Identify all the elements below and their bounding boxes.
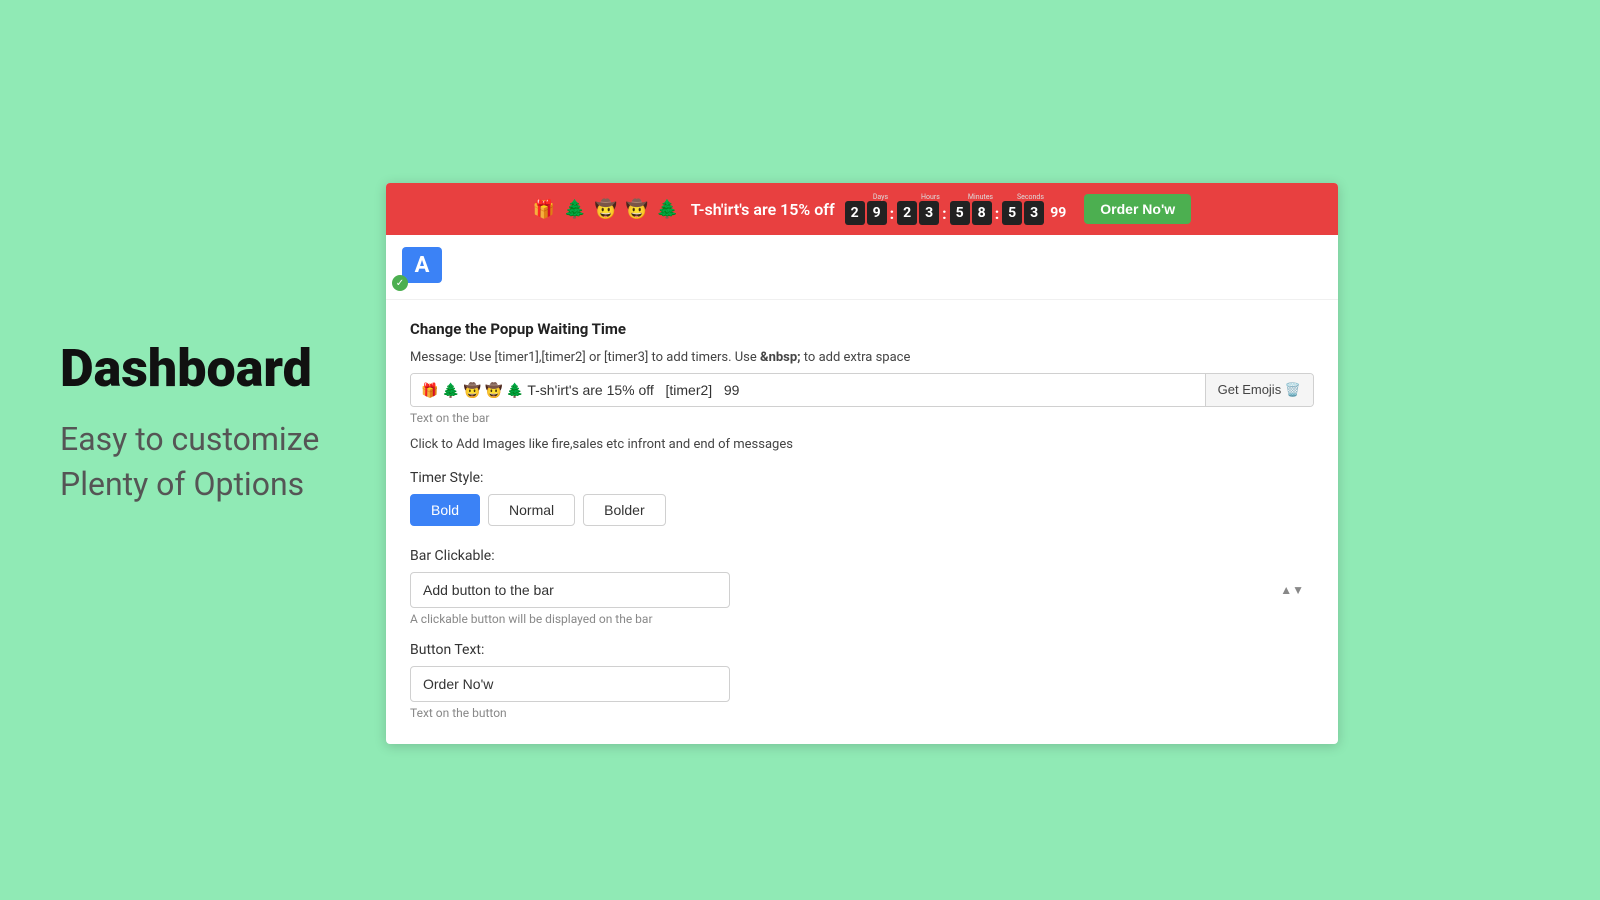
bar-select-wrapper: Add button to the bar No button Whole ba…	[410, 572, 1314, 608]
sec-digit-2: 3	[1024, 201, 1044, 225]
text-on-bar-hint: Text on the bar	[410, 411, 1314, 425]
colon-2: :	[942, 204, 947, 223]
main-panel: 🎁 🌲 🤠 🤠 🌲 T-sh'irt's are 15% off Days Ho…	[386, 183, 1338, 744]
seconds-label: Seconds	[1009, 193, 1051, 201]
top-bar-emojis: 🎁 🌲 🤠 🤠 🌲	[533, 199, 681, 220]
minutes-label: Minutes	[959, 193, 1001, 201]
days-label: Days	[859, 193, 901, 201]
sec-digit-1: 5	[1002, 201, 1022, 225]
min-digit-1: 5	[950, 201, 970, 225]
subtitle-plenty: Plenty of Options	[60, 462, 319, 507]
timer-bolder-button[interactable]: Bolder	[583, 494, 665, 526]
colon-3: :	[995, 204, 1000, 223]
day-digit-1: 2	[845, 201, 865, 225]
timer-extra: 99	[1050, 205, 1066, 221]
countdown-timer: Days Hours Minutes Seconds 2 9 : 2 3 : 5…	[845, 193, 1067, 225]
bar-hint: A clickable button will be displayed on …	[410, 612, 1314, 626]
section-title: Change the Popup Waiting Time	[410, 320, 1314, 338]
bar-clickable-select[interactable]: Add button to the bar No button Whole ba…	[410, 572, 730, 608]
colon-1: :	[890, 204, 895, 223]
order-now-button[interactable]: Order No'w	[1084, 194, 1191, 224]
hour-digit-1: 2	[897, 201, 917, 225]
timer-normal-button[interactable]: Normal	[488, 494, 575, 526]
button-text-label: Button Text:	[410, 642, 1314, 658]
subtitle-easy: Easy to customize	[60, 417, 319, 462]
check-badge: ✓	[392, 275, 408, 291]
day-digit-2: 9	[867, 201, 887, 225]
icon-area: A ✓	[386, 235, 1338, 300]
top-bar-message: T-sh'irt's are 15% off	[691, 200, 835, 219]
timer-style-label: Timer Style:	[410, 470, 1314, 486]
button-text-input[interactable]	[410, 666, 730, 702]
message-hint: Message: Use [timer1],[timer2] or [timer…	[410, 350, 1314, 365]
timer-bold-button[interactable]: Bold	[410, 494, 480, 526]
timer-digits: 2 9 : 2 3 : 5 8 : 5 3 99	[845, 201, 1067, 225]
select-arrow-icon: ▲▼	[1280, 583, 1304, 597]
top-bar: 🎁 🌲 🤠 🤠 🌲 T-sh'irt's are 15% off Days Ho…	[386, 183, 1338, 235]
message-input-row: Get Emojis 🗑️	[410, 373, 1314, 407]
app-icon: A	[402, 247, 442, 283]
hour-digit-2: 3	[919, 201, 939, 225]
button-text-hint: Text on the button	[410, 706, 1314, 720]
content-area: Change the Popup Waiting Time Message: U…	[386, 300, 1338, 744]
get-emojis-button[interactable]: Get Emojis 🗑️	[1205, 374, 1313, 406]
dashboard-title: Dashboard	[60, 340, 319, 397]
timer-style-buttons: Bold Normal Bolder	[410, 494, 1314, 526]
message-input[interactable]	[411, 374, 1205, 406]
bar-clickable-label: Bar Clickable:	[410, 548, 1314, 564]
hours-label: Hours	[909, 193, 951, 201]
add-images-hint: Click to Add Images like fire,sales etc …	[410, 437, 1314, 452]
min-digit-2: 8	[972, 201, 992, 225]
get-emojis-label: Get Emojis 🗑️	[1218, 382, 1301, 398]
